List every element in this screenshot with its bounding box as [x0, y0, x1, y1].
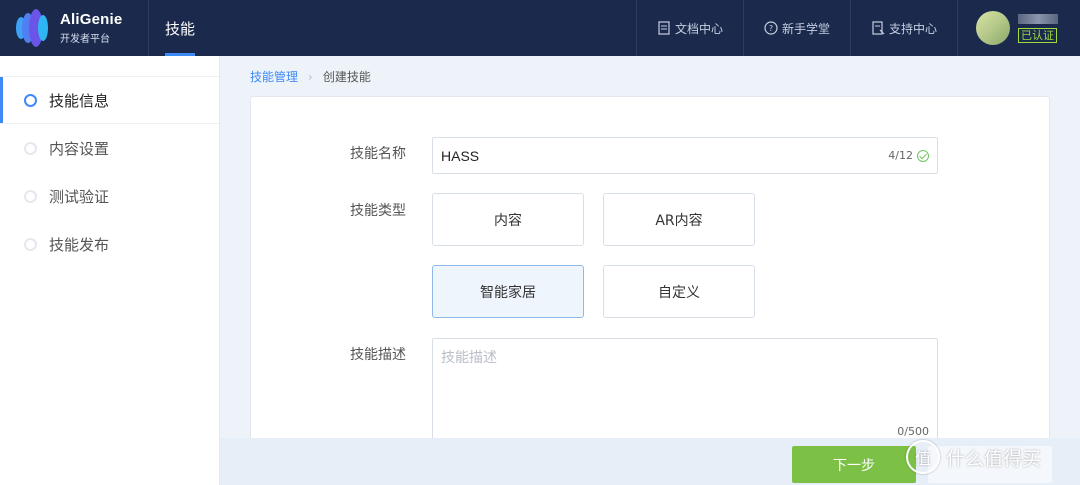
sidebar-item-label: 技能信息 [49, 91, 110, 110]
support-icon [872, 21, 885, 35]
step-circle-icon [24, 141, 37, 155]
support-center-label: 支持中心 [888, 21, 937, 36]
user-menu[interactable]: 已认证 [957, 0, 1080, 56]
docs-center-link[interactable]: 文档中心 [635, 0, 743, 56]
type-option-label: 内容 [494, 212, 522, 229]
top-header: AliGenie 开发者平台 技能 文档中心 ? 新手学堂 支持中心 已认证 [0, 0, 1080, 56]
breadcrumb-skill-management[interactable]: 技能管理 [250, 68, 298, 85]
avatar[interactable] [976, 11, 1010, 45]
step-circle-icon [24, 237, 37, 251]
brand-logo[interactable]: AliGenie 开发者平台 [0, 0, 148, 56]
docs-center-label: 文档中心 [674, 21, 723, 36]
svg-text:?: ? [769, 24, 773, 33]
watermark: 值 什么值得买 [906, 440, 1041, 474]
support-center-link[interactable]: 支持中心 [849, 0, 957, 56]
breadcrumb: 技能管理 › 创建技能 [250, 68, 371, 85]
beginner-guide-label: 新手学堂 [781, 21, 830, 36]
skill-name-label: 技能名称 [350, 146, 406, 162]
type-option-smart-home[interactable]: 智能家居 [432, 265, 584, 318]
next-step-button[interactable]: 下一步 [792, 446, 916, 483]
type-option-content[interactable]: 内容 [432, 193, 584, 246]
breadcrumb-current: 创建技能 [322, 70, 371, 84]
type-option-ar-content[interactable]: AR内容 [603, 193, 755, 246]
form-card: 技能名称 HASS 4/12 技能类型 内容 AR内容 智能家居 自定义 技能描… [250, 96, 1050, 485]
sidebar-item-label: 技能发布 [49, 235, 110, 254]
sidebar: 技能信息 内容设置 测试验证 技能发布 [0, 56, 220, 485]
step-circle-icon [24, 93, 37, 107]
tab-skills-label: 技能 [165, 19, 196, 38]
username-blurred [1018, 13, 1058, 24]
type-option-label: 智能家居 [480, 284, 536, 301]
aligenie-logo-icon [16, 8, 52, 48]
sidebar-item-label: 内容设置 [49, 139, 110, 158]
beginner-guide-link[interactable]: ? 新手学堂 [742, 0, 850, 56]
skill-name-counter: 4/12 [888, 149, 913, 162]
sidebar-item-publish[interactable]: 技能发布 [0, 220, 219, 268]
help-circle-icon: ? [764, 21, 778, 35]
skill-type-label: 技能类型 [350, 203, 406, 219]
skill-name-value: HASS [441, 147, 480, 164]
document-icon [658, 21, 670, 35]
skill-name-input[interactable]: HASS 4/12 [432, 137, 938, 174]
skill-desc-counter: 0/500 [897, 425, 929, 438]
type-option-label: 自定义 [658, 284, 700, 301]
skill-desc-placeholder: 技能描述 [441, 350, 497, 366]
sidebar-item-content-settings[interactable]: 内容设置 [0, 124, 219, 172]
type-option-custom[interactable]: 自定义 [603, 265, 755, 318]
type-option-label: AR内容 [655, 212, 703, 229]
tab-skills[interactable]: 技能 [149, 0, 211, 56]
check-circle-icon [917, 149, 929, 162]
brand-subtitle: 开发者平台 [60, 34, 110, 45]
watermark-text: 什么值得买 [946, 447, 1042, 470]
chevron-right-icon: › [308, 69, 313, 84]
verified-badge: 已认证 [1018, 27, 1057, 43]
sidebar-item-skill-info[interactable]: 技能信息 [0, 76, 219, 124]
step-circle-icon [24, 189, 37, 203]
skill-desc-label: 技能描述 [350, 347, 406, 363]
sidebar-item-test-verify[interactable]: 测试验证 [0, 172, 219, 220]
next-step-label: 下一步 [833, 457, 875, 474]
brand-title: AliGenie [60, 11, 123, 28]
watermark-logo-icon: 值 [906, 440, 940, 474]
sidebar-item-label: 测试验证 [49, 187, 110, 206]
